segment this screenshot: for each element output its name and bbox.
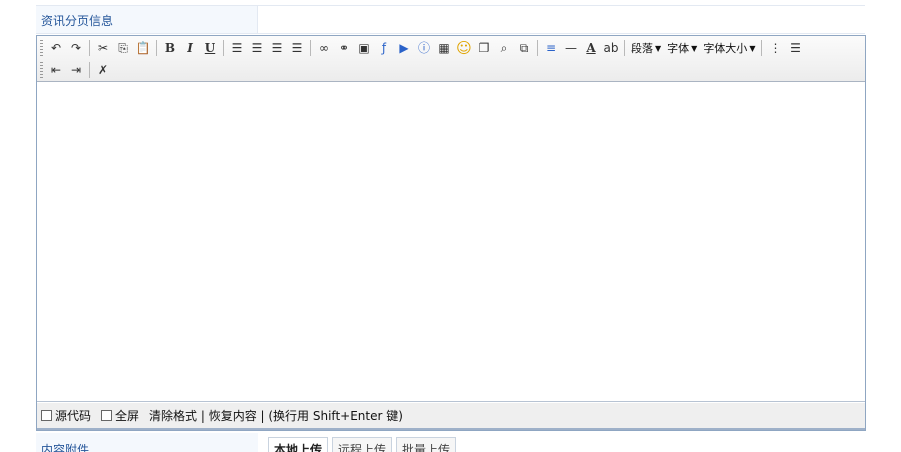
paste-icon[interactable]: 📋 [133, 38, 153, 58]
justify-icon[interactable]: ☰ [287, 38, 307, 58]
bold-icon[interactable]: B [160, 38, 180, 58]
image-icon[interactable]: ▣ [354, 38, 374, 58]
page-info-row: 资讯分页信息 [36, 5, 865, 34]
attachments-label-cell: 内容附件 [36, 433, 258, 452]
page-break-icon[interactable]: ≡ [541, 38, 561, 58]
font-size-dropdown[interactable]: 字体大小 ▼ [700, 38, 758, 58]
page-info-label: 资讯分页信息 [41, 14, 114, 28]
italic-icon[interactable]: I [180, 38, 200, 58]
checkbox-box[interactable] [101, 410, 113, 421]
toolbar-separator [156, 40, 157, 56]
unordered-list-icon[interactable]: ☰ [785, 38, 805, 58]
align-right-icon[interactable]: ☰ [267, 38, 287, 58]
align-left-icon[interactable]: ☰ [227, 38, 247, 58]
toolbar-separator [537, 40, 538, 56]
source-code-checkbox[interactable]: 源代码 [41, 407, 91, 424]
attachments-row: 内容附件 本地上传 远程上传 批量上传 [36, 433, 865, 452]
font-color-icon[interactable]: A [581, 38, 601, 58]
tab-remote-upload[interactable]: 远程上传 [332, 437, 393, 452]
editor-content-area[interactable] [37, 82, 865, 402]
caret-down-icon: ▼ [655, 43, 662, 53]
info-icon[interactable]: ⓘ [414, 38, 434, 58]
media-icon[interactable]: ▶ [394, 38, 414, 58]
find-icon[interactable]: ⌕ [494, 38, 514, 58]
tab-batch-upload[interactable]: 批量上传 [396, 437, 457, 452]
cut-icon[interactable]: ✂ [93, 38, 113, 58]
caret-down-icon: ▼ [749, 43, 756, 53]
toolbar-row-1: ↶ ↷ ✂ ⎘ 📋 B I U ☰ ☰ ☰ ☰ ∞ ⚭ ▣ ƒ ▶ ⓘ ▦ ☺ ❐ ⌕ ⧉ ≡ — Aab 段落 ▼ 字体 ▼ 字体大小 ▼ ⋮… [39, 37, 805, 59]
indent-icon[interactable]: ⇥ [66, 60, 86, 80]
link-icon[interactable]: ∞ [314, 38, 334, 58]
outdent-icon[interactable]: ⇤ [46, 60, 66, 80]
toolbar-separator [89, 40, 90, 56]
toolbar-separator [223, 40, 224, 56]
font-size-dropdown-label: 字体大小 [703, 42, 748, 55]
toolbar-separator [89, 62, 90, 78]
underline-icon[interactable]: U [200, 38, 220, 58]
remove-format-icon[interactable]: ✗ [93, 60, 113, 80]
emoticon-icon[interactable]: ☺ [454, 38, 474, 58]
undo-icon[interactable]: ↶ [46, 38, 66, 58]
toolbar-grip[interactable] [40, 40, 43, 56]
fullscreen-label: 全屏 [115, 409, 140, 423]
upload-tabs: 本地上传 远程上传 批量上传 [268, 437, 460, 452]
source-code-label: 源代码 [55, 409, 92, 423]
template-icon[interactable]: ⧉ [514, 38, 534, 58]
font-dropdown-label: 字体 [667, 42, 690, 55]
copy-icon[interactable]: ⎘ [113, 38, 133, 58]
editor-status-bar: 源代码 全屏 清除格式 | 恢复内容 | (换行用 Shift+Enter 键) [37, 403, 865, 430]
ordered-list-icon[interactable]: ⋮ [765, 38, 785, 58]
table-icon[interactable]: ▦ [434, 38, 454, 58]
font-dropdown[interactable]: 字体 ▼ [664, 38, 700, 58]
checkbox-box[interactable] [41, 410, 52, 421]
toolbar-row-2: ⇤ ⇥ ✗ [39, 59, 113, 81]
highlight-icon[interactable]: ab [601, 38, 621, 58]
page-info-label-cell: 资讯分页信息 [36, 6, 258, 33]
status-info-text: 清除格式 | 恢复内容 | (换行用 Shift+Enter 键) [149, 409, 403, 423]
toolbar-separator [624, 40, 625, 56]
align-center-icon[interactable]: ☰ [247, 38, 267, 58]
paragraph-dropdown-label: 段落 [631, 42, 653, 55]
paragraph-dropdown[interactable]: 段落 ▼ [628, 38, 664, 58]
unlink-icon[interactable]: ⚭ [334, 38, 354, 58]
tab-local-upload[interactable]: 本地上传 [268, 437, 329, 452]
toolbar-separator [761, 40, 763, 56]
toolbar-separator [310, 40, 311, 56]
flash-icon[interactable]: ƒ [374, 38, 394, 58]
caret-down-icon: ▼ [691, 43, 698, 53]
editor-toolbar: ↶ ↷ ✂ ⎘ 📋 B I U ☰ ☰ ☰ ☰ ∞ ⚭ ▣ ƒ ▶ ⓘ ▦ ☺ ❐ ⌕ ⧉ ≡ — Aab 段落 ▼ 字体 ▼ 字体大小 ▼ ⋮… [37, 36, 865, 82]
quote-icon[interactable]: ❐ [474, 38, 494, 58]
rich-text-editor: ↶ ↷ ✂ ⎘ 📋 B I U ☰ ☰ ☰ ☰ ∞ ⚭ ▣ ƒ ▶ ⓘ ▦ ☺ ❐ ⌕ ⧉ ≡ — Aab 段落 ▼ 字体 ▼ 字体大小 ▼ ⋮… [36, 35, 866, 431]
horizontal-rule-icon[interactable]: — [561, 38, 581, 58]
toolbar-grip[interactable] [40, 62, 43, 78]
redo-icon[interactable]: ↷ [66, 38, 86, 58]
attachments-label: 内容附件 [41, 443, 90, 452]
fullscreen-checkbox[interactable]: 全屏 [101, 407, 139, 424]
